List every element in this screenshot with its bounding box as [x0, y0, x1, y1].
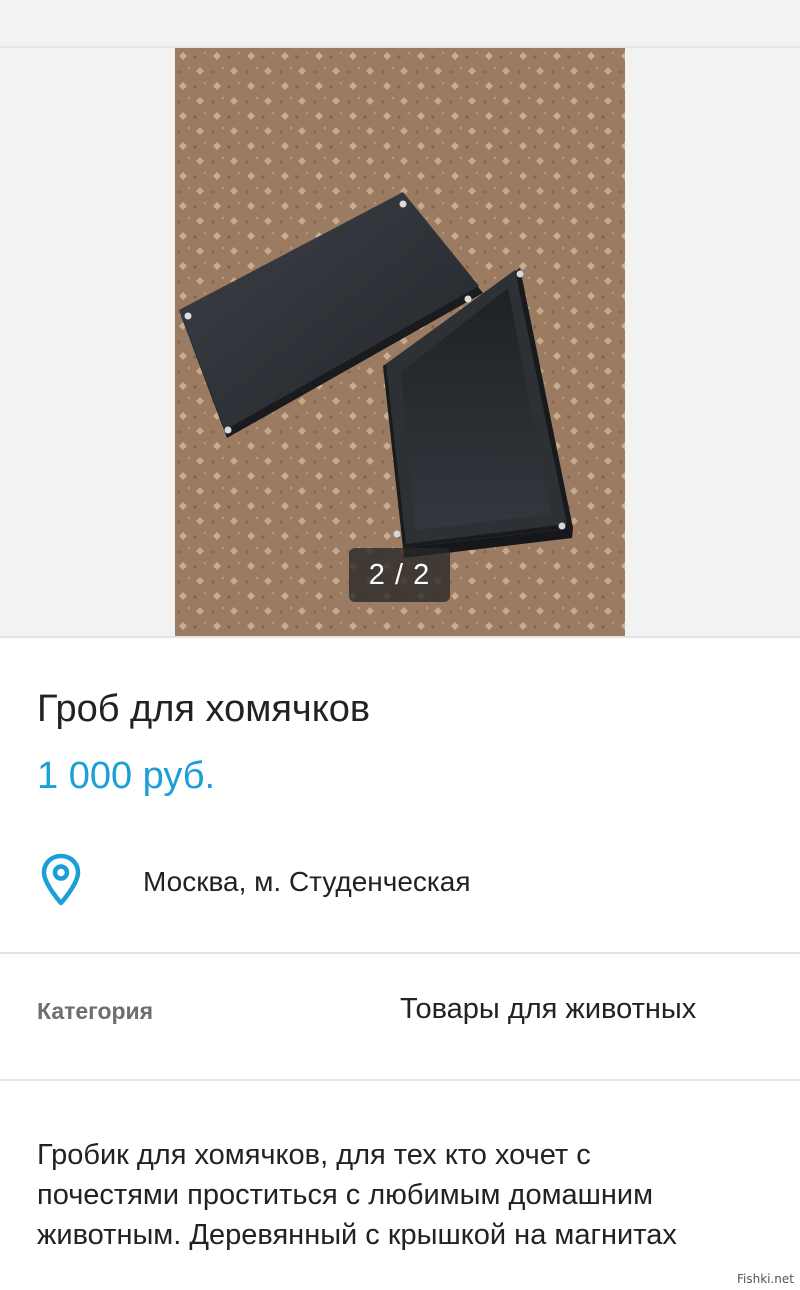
- category-value[interactable]: Товары для животных: [400, 990, 696, 1028]
- location-divider: [0, 952, 800, 954]
- category-divider: [0, 1079, 800, 1081]
- description-line: Гробик для хомячков, для тех кто хочет с: [37, 1139, 591, 1171]
- watermark: Fishki.net: [736, 1272, 794, 1286]
- description-line: животным. Деревянный с крышкой на магнит…: [37, 1219, 677, 1251]
- photo-gallery[interactable]: 2 / 2: [0, 0, 800, 636]
- listing-description: Гробик для хомячков, для тех кто хочет с…: [37, 1135, 777, 1255]
- listing-title: Гроб для хомячков: [37, 688, 371, 730]
- photo-counter: 2 / 2: [349, 548, 450, 602]
- location-pin-icon: [41, 853, 81, 907]
- listing-price: 1 000 руб.: [37, 755, 216, 797]
- listing-page: 2 / 2 Гроб для хомячков 1 000 руб. Москв…: [0, 0, 800, 1290]
- listing-location[interactable]: Москва, м. Студенческая: [143, 864, 471, 900]
- category-label: Категория: [37, 998, 154, 1024]
- gallery-bottom-divider: [0, 636, 800, 638]
- description-line: почестями проститься с любимым домашним: [37, 1179, 654, 1211]
